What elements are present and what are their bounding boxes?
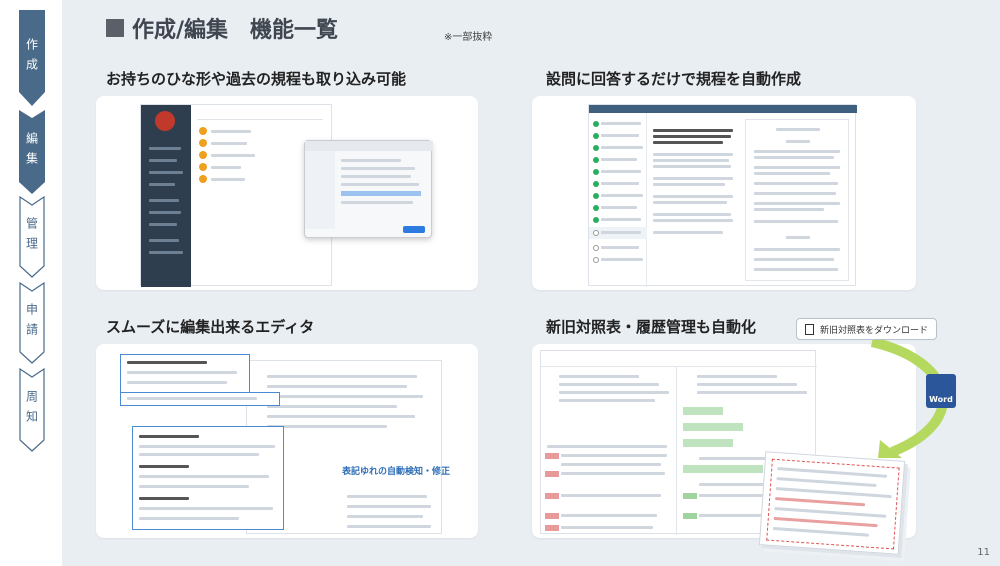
open-button[interactable] — [403, 226, 425, 233]
step-apply[interactable]: 申請 — [19, 282, 45, 364]
slide: 作成 編集 管理 申請 周知 作成/編集 機能一覧 ※一部抜粋 お持ちのひな形や… — [0, 0, 1000, 566]
step-create[interactable]: 作成 — [19, 10, 45, 106]
file-dialog-mock — [304, 140, 433, 238]
step-label: 周知 — [24, 390, 39, 430]
card-editor: 表記ゆれの自動検知・修正 — [96, 344, 478, 538]
download-label: 新旧対照表をダウンロード — [820, 325, 929, 336]
app-sidebar-mock — [141, 105, 191, 287]
step-label: 編集 — [24, 132, 39, 172]
section-title-import: お持ちのひな形や過去の規程も取り込み可能 — [106, 70, 407, 88]
exported-document-mock — [758, 451, 906, 555]
folder-icon — [199, 163, 207, 171]
step-label: 作成 — [24, 38, 39, 78]
folder-icon — [199, 151, 207, 159]
section-title-auto: 設問に回答するだけで規程を自動作成 — [546, 70, 802, 88]
questionnaire-mock — [588, 104, 857, 287]
highlight-box-2 — [120, 392, 280, 406]
editor-caption: 表記ゆれの自動検知・修正 — [342, 467, 451, 477]
folder-icon — [199, 139, 207, 147]
card-import — [96, 96, 478, 290]
logo-icon — [155, 111, 175, 131]
section-title-compare: 新旧対照表・履歴管理も自動化 — [546, 318, 757, 336]
page-title: 作成/編集 機能一覧 — [106, 12, 338, 44]
process-steps: 作成 編集 管理 申請 周知 — [0, 0, 62, 566]
excerpt-note: ※一部抜粋 — [444, 32, 493, 43]
page-title-text: 作成/編集 機能一覧 — [132, 18, 339, 43]
word-icon: Word — [926, 374, 956, 408]
card-auto — [532, 96, 916, 290]
page-number: 11 — [977, 547, 990, 558]
section-title-editor: スムーズに編集出来るエディタ — [106, 318, 315, 336]
word-icon-label: Word — [929, 395, 953, 404]
step-label: 管理 — [24, 217, 39, 257]
step-edit[interactable]: 編集 — [19, 110, 45, 194]
folder-icon — [199, 127, 207, 135]
folder-icon — [199, 175, 207, 183]
step-notify[interactable]: 周知 — [19, 368, 45, 452]
download-file-icon — [805, 323, 814, 335]
title-square-icon — [106, 19, 124, 37]
download-comparison-button[interactable]: 新旧対照表をダウンロード — [796, 318, 938, 340]
document-preview-mock — [745, 119, 849, 281]
highlight-box-1 — [120, 354, 250, 394]
step-label: 申請 — [24, 303, 39, 343]
step-manage[interactable]: 管理 — [19, 196, 45, 278]
highlight-box-3 — [132, 426, 284, 530]
content-panel: 作成/編集 機能一覧 ※一部抜粋 お持ちのひな形や過去の規程も取り込み可能 設問… — [62, 0, 1000, 566]
